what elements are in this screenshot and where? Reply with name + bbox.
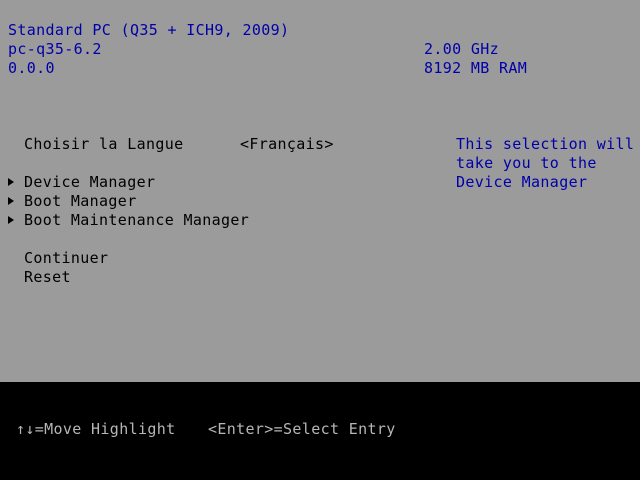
submenu-arrow-icon: [8, 197, 14, 205]
select-entry-hint: <Enter>=Select Entry: [208, 420, 396, 438]
help-text-line: take you to the: [456, 154, 597, 172]
help-text-line: This selection will: [456, 135, 635, 153]
submenu-arrow-icon: [8, 216, 14, 224]
menu-item-label: Boot Maintenance Manager: [24, 211, 250, 229]
memory-size: 8192 MB RAM: [424, 59, 528, 77]
menu-item-label: Boot Manager: [24, 192, 137, 210]
move-highlight-hint: ↑↓=Move Highlight: [16, 420, 176, 438]
continue-option[interactable]: Continuer: [24, 249, 108, 268]
submenu-arrow-icon: [8, 178, 14, 186]
menu-item-label: Device Manager: [24, 173, 156, 191]
bios-setup-screen: Standard PC (Q35 + ICH9, 2009) pc-q35-6.…: [0, 0, 640, 480]
firmware-version: 0.0.0: [8, 59, 55, 77]
language-value[interactable]: <Français>: [240, 135, 334, 154]
language-label: Choisir la Langue: [24, 135, 184, 153]
main-panel: Standard PC (Q35 + ICH9, 2009) pc-q35-6.…: [0, 0, 640, 382]
cpu-speed: 2.00 GHz: [424, 40, 500, 58]
machine-model: pc-q35-6.2: [8, 40, 102, 58]
footer-bar: ↑↓=Move Highlight <Enter>=Select Entry: [0, 382, 640, 480]
help-text-line: Device Manager: [456, 173, 588, 191]
reset-option[interactable]: Reset: [24, 268, 71, 287]
machine-type: Standard PC (Q35 + ICH9, 2009): [8, 21, 290, 39]
